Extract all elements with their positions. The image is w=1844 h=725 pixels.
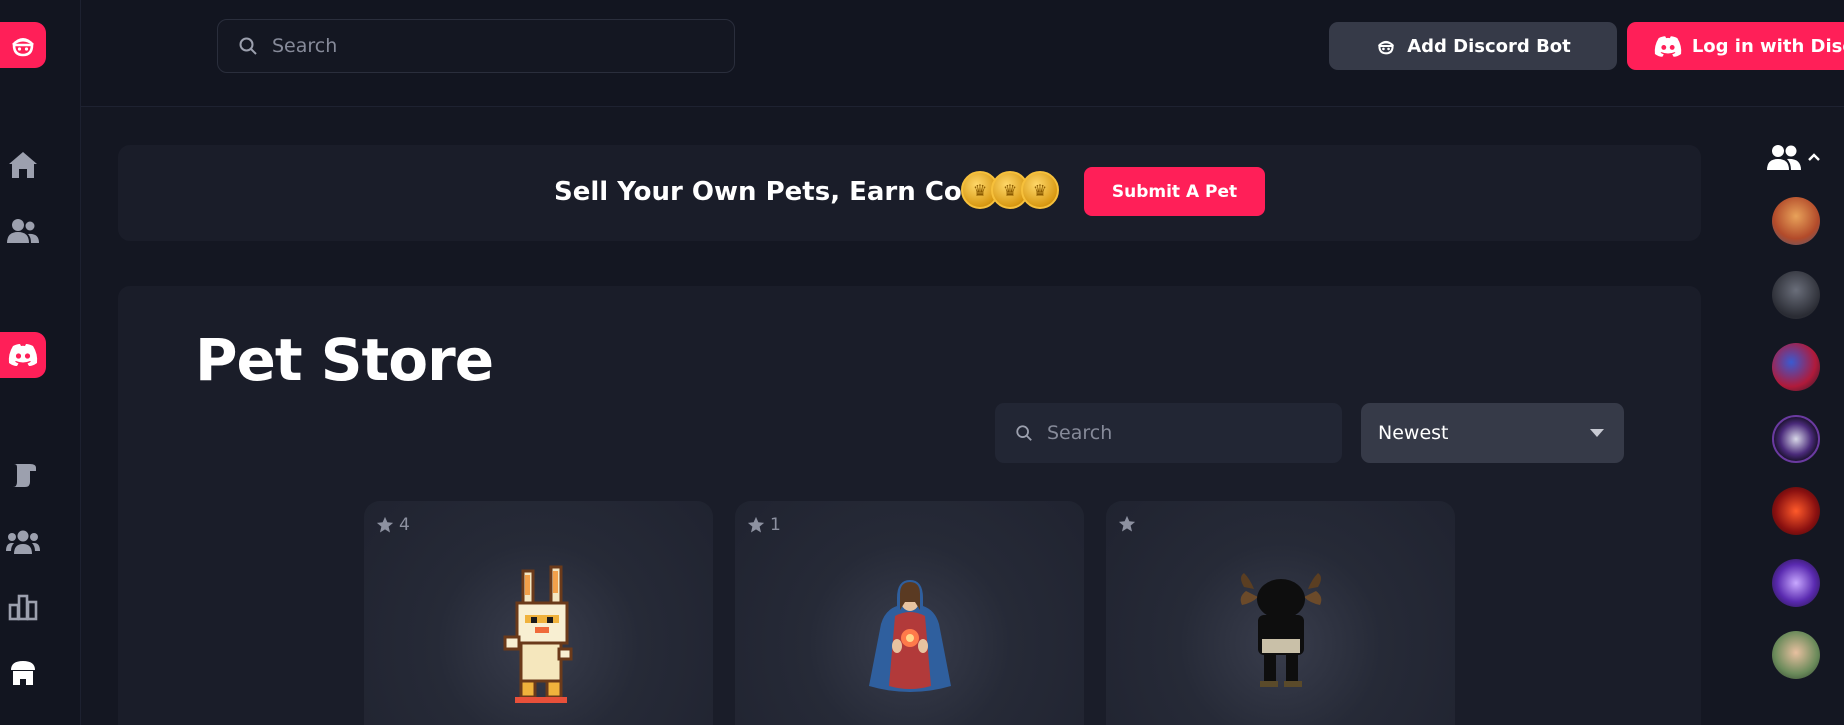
store-search-box[interactable] [995, 403, 1342, 463]
friends-toggle[interactable] [1767, 143, 1821, 171]
avatar[interactable] [1772, 197, 1820, 245]
avatar[interactable] [1772, 415, 1820, 463]
store-icon [11, 661, 35, 685]
pet-image [868, 580, 951, 692]
card-rating: 1 [747, 515, 781, 535]
avatar[interactable] [1772, 487, 1820, 535]
top-search-input[interactable] [272, 35, 712, 57]
sidebar-item-users[interactable] [6, 214, 40, 248]
sidebar-item-store[interactable] [6, 656, 40, 690]
add-discord-bot-button[interactable]: Add Discord Bot [1329, 22, 1617, 70]
sort-selected-value: Newest [1378, 422, 1449, 444]
add-discord-bot-label: Add Discord Bot [1407, 35, 1571, 57]
search-icon [239, 37, 257, 55]
login-discord-button[interactable]: Log in with Discord [1627, 22, 1844, 70]
pet-image [1240, 573, 1321, 687]
pet-store-panel: Pet Store Newest 4 [118, 286, 1701, 725]
chevron-up-icon [1808, 153, 1820, 161]
store-search-input[interactable] [1047, 422, 1327, 444]
avatar[interactable] [1772, 559, 1820, 607]
submit-pet-button[interactable]: Submit A Pet [1084, 167, 1265, 216]
sidebar-item-quests[interactable] [6, 458, 40, 492]
coin-icon: ♛ [1021, 171, 1059, 209]
avatar[interactable] [1772, 343, 1820, 391]
pet-card[interactable]: 4 [364, 501, 713, 725]
avatar[interactable] [1772, 631, 1820, 679]
home-icon [9, 152, 37, 178]
avatar[interactable] [1772, 271, 1820, 319]
top-search-box[interactable] [217, 19, 735, 73]
star-icon[interactable] [376, 516, 394, 534]
group-icon [6, 530, 40, 554]
card-rating [1118, 515, 1141, 533]
chevron-down-icon [1590, 429, 1604, 437]
logo-icon [12, 38, 34, 57]
coins-graphic: ♛ ♛ ♛ [961, 171, 1071, 211]
search-icon [1016, 425, 1032, 441]
discord-icon [8, 344, 38, 366]
scroll-icon [13, 464, 36, 487]
pet-card[interactable]: 1 [735, 501, 1084, 725]
sidebar-item-home[interactable] [6, 148, 40, 182]
discord-icon [1654, 35, 1682, 57]
users-icon [7, 219, 39, 243]
pet-card[interactable] [1106, 501, 1455, 725]
sort-dropdown[interactable]: Newest [1361, 403, 1624, 463]
pet-image [503, 565, 572, 703]
app-logo[interactable] [0, 22, 46, 68]
page-title: Pet Store [195, 326, 494, 394]
sell-pets-banner: Sell Your Own Pets, Earn Coins ♛ ♛ ♛ Sub… [118, 145, 1701, 241]
leaderboard-icon [8, 594, 38, 621]
star-icon[interactable] [1118, 515, 1136, 533]
top-bar: Add Discord Bot Log in with Discord [81, 0, 1844, 107]
login-discord-label: Log in with Discord [1691, 35, 1844, 57]
friends-sidebar [1744, 107, 1844, 725]
left-sidebar [0, 0, 81, 725]
sidebar-item-leaderboard[interactable] [6, 590, 40, 624]
star-count: 1 [770, 515, 781, 535]
card-rating: 4 [376, 515, 410, 535]
friends-icon [1767, 145, 1801, 170]
sidebar-item-discord[interactable] [0, 332, 46, 378]
star-count: 4 [399, 515, 410, 535]
banner-text: Sell Your Own Pets, Earn Coins [554, 177, 1005, 207]
bot-logo-icon [1378, 40, 1395, 55]
star-icon[interactable] [747, 516, 765, 534]
sidebar-item-community[interactable] [6, 524, 40, 558]
